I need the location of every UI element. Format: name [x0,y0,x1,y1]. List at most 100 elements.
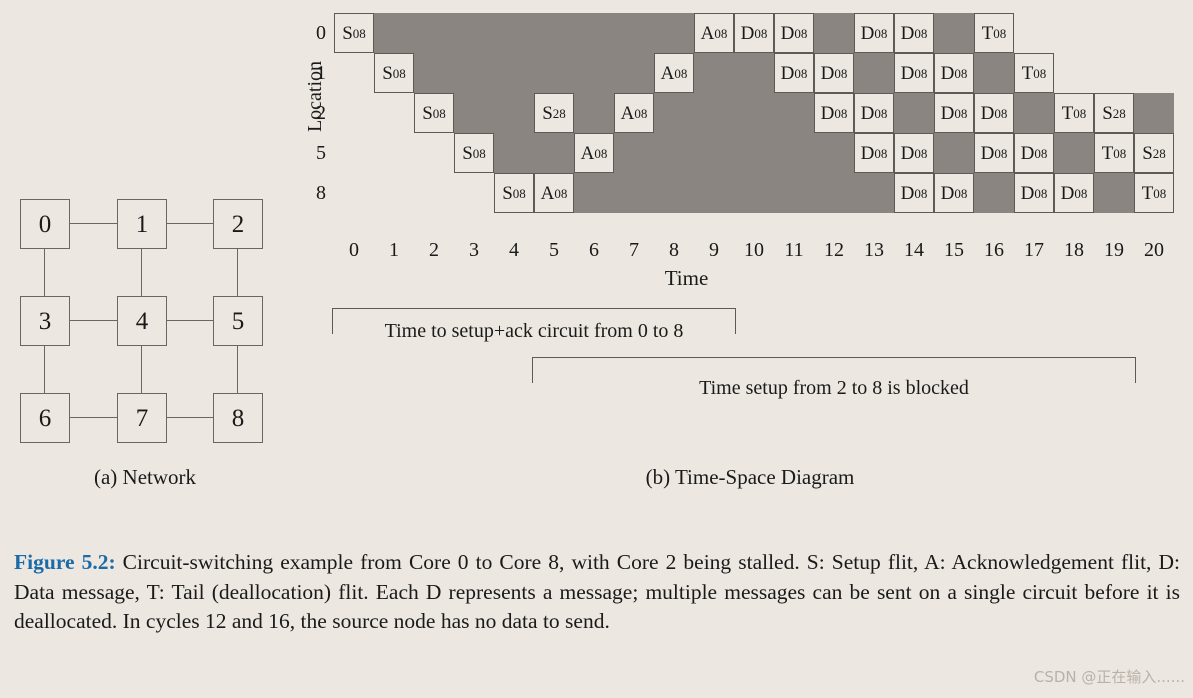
flit-label: D [1060,182,1075,204]
flit-label: D [1020,142,1035,164]
flit-label: D [900,182,915,204]
flit-cell-T-loc5-t19: T 08 [1094,133,1134,173]
time-tick-3: 3 [469,239,479,261]
busy-cell-loc0-t15 [934,13,974,53]
busy-cell-loc5-t12 [814,133,854,173]
flit-label: T [1101,142,1114,164]
figure-caption: Figure 5.2: Circuit-switching example fr… [14,548,1180,637]
busy-cell-loc1-t6 [574,53,614,93]
busy-cell-loc5-t9 [694,133,734,173]
flit-subscript: 08 [554,185,568,201]
flit-subscript: 08 [1034,185,1048,201]
flit-subscript: 08 [994,145,1008,161]
flit-subscript: 08 [954,105,968,121]
location-label-8: 8 [316,182,326,204]
network-link-7-8 [165,417,213,418]
network-node-3: 3 [20,296,70,346]
flit-cell-T-loc8-t20: T 08 [1134,173,1174,213]
busy-cell-loc0-t3 [454,13,494,53]
busy-cell-loc1-t2 [414,53,454,93]
time-tick-12: 12 [824,239,844,261]
flit-label: D [860,142,875,164]
busy-cell-loc2-t9 [694,93,734,133]
flit-subscript: 08 [352,25,366,41]
busy-cell-loc0-t5 [534,13,574,53]
busy-cell-loc8-t13 [854,173,894,213]
flit-label: D [860,102,875,124]
busy-cell-loc8-t19 [1094,173,1134,213]
flit-label: D [860,22,875,44]
network-link-4-7 [141,344,142,393]
busy-cell-loc2-t8 [654,93,694,133]
busy-cell-loc0-t4 [494,13,534,53]
flit-cell-S-loc8-t4: S 08 [494,173,534,213]
network-node-label: 7 [135,404,149,432]
flit-cell-D-loc1-t12: D 08 [814,53,854,93]
busy-cell-loc5-t11 [774,133,814,173]
bracket-bar [532,357,1136,358]
flit-label: A [580,142,595,164]
flit-label: S [502,182,513,204]
flit-subscript: 08 [834,105,848,121]
time-tick-9: 9 [709,239,719,261]
flit-cell-A-loc0-t9: A 08 [694,13,734,53]
time-tick-0: 0 [349,239,359,261]
busy-cell-loc5-t18 [1054,133,1094,173]
flit-subscript: 08 [674,65,688,81]
flit-label: S [342,22,353,44]
busy-cell-loc1-t3 [454,53,494,93]
flit-subscript: 08 [993,25,1007,41]
time-tick-18: 18 [1064,239,1084,261]
flit-label: A [620,102,635,124]
bracket-label: Time setup from 2 to 8 is blocked [699,377,969,399]
network-link-6-7 [68,417,117,418]
busy-cell-loc5-t8 [654,133,694,173]
flit-subscript: 08 [914,145,928,161]
flit-subscript: 08 [754,25,768,41]
flit-cell-A-loc5-t6: A 08 [574,133,614,173]
x-axis-label-text: Time [664,266,709,290]
flit-subscript: 28 [1112,105,1126,121]
flit-subscript: 08 [1074,185,1088,201]
location-label-1: 1 [316,62,326,84]
time-tick-4: 4 [509,239,519,261]
busy-cell-loc1-t5 [534,53,574,93]
flit-cell-D-loc2-t13: D 08 [854,93,894,133]
busy-cell-loc1-t4 [494,53,534,93]
network-node-label: 4 [135,307,149,335]
busy-cell-loc8-t16 [974,173,1014,213]
network-node-4: 4 [117,296,167,346]
busy-cell-loc0-t6 [574,13,614,53]
flit-subscript: 08 [914,25,928,41]
flit-cell-S-loc0-t0: S 08 [334,13,374,53]
flit-subscript: 28 [552,105,566,121]
network-node-6: 6 [20,393,70,443]
flit-label: D [780,22,795,44]
flit-label: D [740,22,755,44]
location-label-5: 5 [316,142,326,164]
flit-cell-D-loc8-t17: D 08 [1014,173,1054,213]
figure-caption-text: Circuit-switching example from Core 0 to… [14,550,1180,634]
flit-cell-S-loc2-t5: S 28 [534,93,574,133]
flit-cell-S-loc5-t3: S 08 [454,133,494,173]
flit-label: T [1061,102,1074,124]
busy-cell-loc2-t10 [734,93,774,133]
flit-label: D [900,62,915,84]
annotation-bracket-1: Time to setup+ack circuit from 0 to 8 [332,308,736,342]
figure-root: 012345678 (a) Network Location 01258 S 08… [0,0,1193,698]
flit-subscript: 08 [874,25,888,41]
flit-label: S [382,62,393,84]
time-tick-20: 20 [1144,239,1164,261]
busy-cell-loc8-t7 [614,173,654,213]
network-node-label: 6 [38,404,52,432]
flit-subscript: 08 [914,65,928,81]
busy-cell-loc1-t16 [974,53,1014,93]
flit-label: S [422,102,433,124]
time-tick-13: 13 [864,239,884,261]
flit-label: D [900,142,915,164]
time-tick-5: 5 [549,239,559,261]
flit-subscript: 08 [1033,65,1047,81]
flit-label: T [981,22,994,44]
flit-cell-T-loc2-t18: T 08 [1054,93,1094,133]
busy-cell-loc2-t4 [494,93,534,133]
